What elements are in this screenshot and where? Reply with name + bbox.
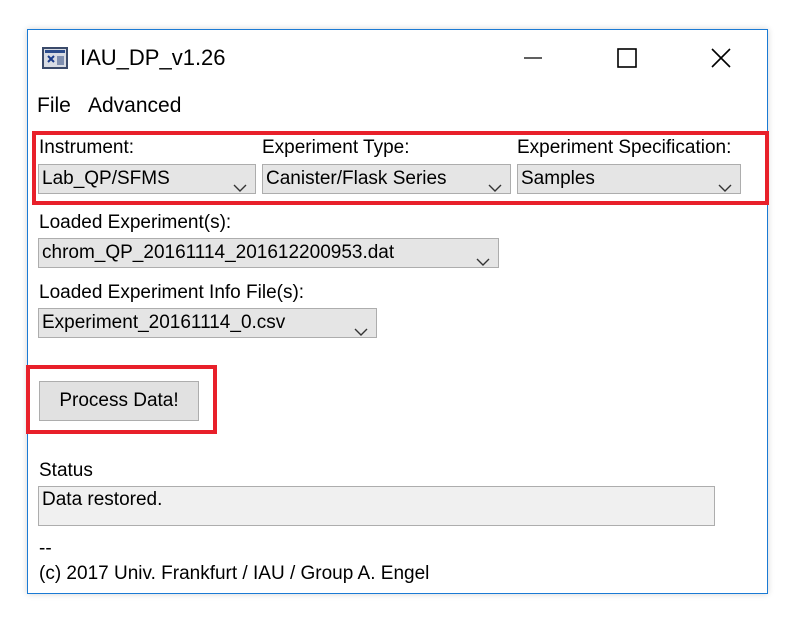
status-text: Data restored. — [42, 489, 163, 510]
app-icon — [42, 46, 68, 70]
close-button[interactable] — [674, 30, 768, 90]
process-data-button[interactable]: Process Data! — [39, 381, 199, 421]
menu-advanced[interactable]: Advanced — [88, 94, 181, 118]
minimize-icon — [523, 48, 543, 73]
instrument-value: Lab_QP/SFMS — [42, 168, 170, 189]
experiment-spec-label: Experiment Specification: — [517, 137, 732, 158]
experiment-type-label: Experiment Type: — [262, 137, 410, 158]
maximize-button[interactable] — [580, 30, 674, 90]
close-icon — [711, 47, 731, 73]
window-title: IAU_DP_v1.26 — [80, 45, 226, 70]
experiment-spec-value: Samples — [521, 168, 595, 189]
menu-file[interactable]: File — [37, 94, 71, 118]
maximize-icon — [617, 47, 637, 73]
chevron-down-icon — [488, 174, 502, 193]
experiment-type-select[interactable]: Canister/Flask Series — [262, 164, 511, 194]
instrument-label: Instrument: — [39, 137, 135, 158]
loaded-info-files-label: Loaded Experiment Info File(s): — [39, 282, 305, 303]
chevron-down-icon — [476, 248, 490, 267]
loaded-experiments-select[interactable]: chrom_QP_20161114_201612200953.dat — [38, 238, 499, 268]
loaded-experiments-label: Loaded Experiment(s): — [39, 212, 232, 233]
loaded-info-files-select[interactable]: Experiment_20161114_0.csv — [38, 308, 377, 338]
chevron-down-icon — [354, 318, 368, 337]
status-field: Data restored. — [38, 486, 715, 526]
chevron-down-icon — [718, 174, 732, 193]
experiment-spec-select[interactable]: Samples — [517, 164, 741, 194]
chevron-down-icon — [233, 174, 247, 193]
instrument-select[interactable]: Lab_QP/SFMS — [38, 164, 256, 194]
minimize-button[interactable] — [486, 30, 580, 90]
menu-bar: File Advanced — [28, 94, 767, 122]
app-window: IAU_DP_v1.26 File Advanced Instrument: L… — [26, 29, 769, 594]
title-bar[interactable]: IAU_DP_v1.26 — [28, 30, 767, 90]
copyright-text: (c) 2017 Univ. Frankfurt / IAU / Group A… — [39, 563, 430, 584]
footer-dash: -- — [39, 538, 52, 559]
loaded-experiments-value: chrom_QP_20161114_201612200953.dat — [42, 242, 395, 263]
loaded-info-files-value: Experiment_20161114_0.csv — [42, 312, 286, 333]
experiment-type-value: Canister/Flask Series — [266, 168, 447, 189]
status-label: Status — [39, 460, 93, 481]
